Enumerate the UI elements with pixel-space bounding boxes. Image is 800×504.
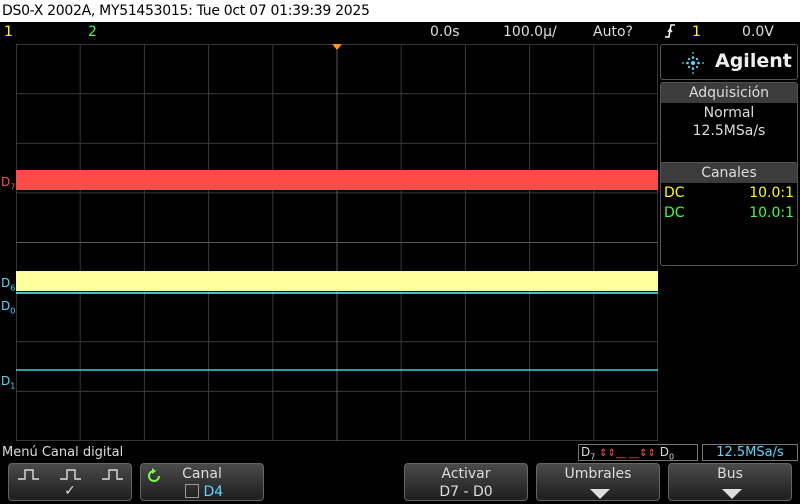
activate-softkey-value: D7 - D0 [439,484,493,500]
channels-panel[interactable]: Canales DC 10.0:1 DC 10.0:1 [660,162,798,266]
channel-2-row[interactable]: DC 10.0:1 [661,205,797,225]
channel-1-row[interactable]: DC 10.0:1 [661,185,797,205]
bus-readout: D7 ⇕⇕__ __⇕⇕ D0 [578,444,698,461]
activate-softkey-label: Activar [441,466,491,482]
d6-trace [16,271,658,291]
acquisition-rate: 12.5MSa/s [692,123,766,139]
trigger-mode: Auto? [593,24,633,40]
d6-label[interactable]: D6 [1,276,15,292]
agilent-spark-icon [681,51,705,79]
thresholds-menu-label: Umbrales [564,466,632,482]
trigger-level: 0.0V [742,24,774,40]
time-offset: 0.0s [430,24,460,40]
waveform-display[interactable] [16,44,658,441]
title-text: DS0-X 2002A, MY51453015: Tue 0ct 07 01:3… [2,3,370,19]
title-bar: DS0-X 2002A, MY51453015: Tue 0ct 07 01:3… [0,0,800,22]
bus-readout-left: D7 [581,445,596,461]
d0-label[interactable]: D0 [1,299,15,315]
channel-softkey-value: D4 [203,484,224,500]
channel-1-coupling: DC [664,185,685,201]
submenu-arrow-icon [721,488,743,504]
channel-1-probe: 10.0:1 [749,185,794,201]
submenu-arrow-icon [589,488,611,504]
channel-softkey-label: Canal [182,466,222,482]
channel-2-probe: 10.0:1 [749,205,794,221]
channel-checkbox[interactable] [185,484,199,498]
thresholds-softkey[interactable]: ✓ [8,463,132,501]
d1-label[interactable]: D1 [1,374,15,390]
bus-readout-right: D0 [659,445,675,461]
channel-1-indicator[interactable]: 1 [4,22,13,42]
status-bar: 1 2 0.0s 100.0µ/ Auto? 1 0.0V [0,22,800,42]
thresholds-menu-softkey[interactable]: Umbrales [536,463,660,501]
channel-softkey-value-row: D4 [141,484,263,500]
sample-rate-readout: 12.5MSa/s [702,444,798,461]
rising-edge-icon [664,23,676,45]
menu-title: Menú Canal digital [2,445,124,460]
bus-pattern: ⇕⇕__ __⇕⇕ [599,448,656,459]
acquisition-mode: Normal [703,105,755,121]
brand-logo-text: Agilent [715,50,792,72]
bus-softkey-label: Bus [717,466,743,482]
d7-trace [16,170,658,190]
channel-2-coupling: DC [664,205,685,221]
bus-softkey[interactable]: Bus [668,463,792,501]
channels-title: Canales [661,163,797,183]
timebase: 100.0µ/ [503,24,557,40]
d7-label[interactable]: D7 [1,175,15,191]
brand-panel: Agilent [660,44,798,80]
channel-2-indicator[interactable]: 2 [88,22,97,42]
check-icon: ✓ [64,483,76,499]
acquisition-title: Adquisición [661,83,797,103]
trigger-source: 1 [692,24,701,40]
channel-softkey[interactable]: Canal D4 [140,463,264,501]
activate-softkey[interactable]: Activar D7 - D0 [404,463,528,501]
